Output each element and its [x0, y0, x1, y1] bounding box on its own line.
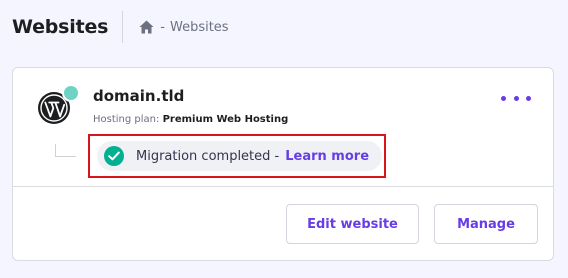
hosting-plan-label: Hosting plan: [93, 114, 160, 125]
website-card: domain.tld Hosting plan: Premium Web Hos… [12, 67, 554, 261]
site-status-dot [62, 84, 80, 102]
card-divider [13, 186, 553, 187]
page-title: Websites [12, 16, 109, 38]
header-divider [122, 11, 124, 43]
more-options-button[interactable] [501, 91, 531, 105]
more-dots-icon [501, 95, 506, 101]
breadcrumb-current: Websites [169, 19, 229, 35]
home-icon[interactable] [139, 20, 154, 34]
manage-button[interactable]: Manage [434, 204, 538, 244]
breadcrumb: - Websites [139, 19, 229, 35]
breadcrumb-separator: - [160, 19, 165, 35]
learn-more-link[interactable]: Learn more [285, 149, 369, 164]
hosting-plan: Hosting plan: Premium Web Hosting [93, 114, 288, 125]
migration-status: Migration completed - Learn more [97, 141, 382, 171]
tree-connector [55, 144, 76, 157]
hosting-plan-value: Premium Web Hosting [162, 114, 289, 125]
edit-website-button[interactable]: Edit website [286, 204, 419, 244]
highlight-box: Migration completed - Learn more [88, 134, 386, 178]
domain-name[interactable]: domain.tld [93, 87, 184, 105]
check-circle-icon [104, 146, 124, 166]
migration-status-text: Migration completed - [136, 148, 280, 164]
page-header: Websites - Websites [12, 10, 229, 44]
